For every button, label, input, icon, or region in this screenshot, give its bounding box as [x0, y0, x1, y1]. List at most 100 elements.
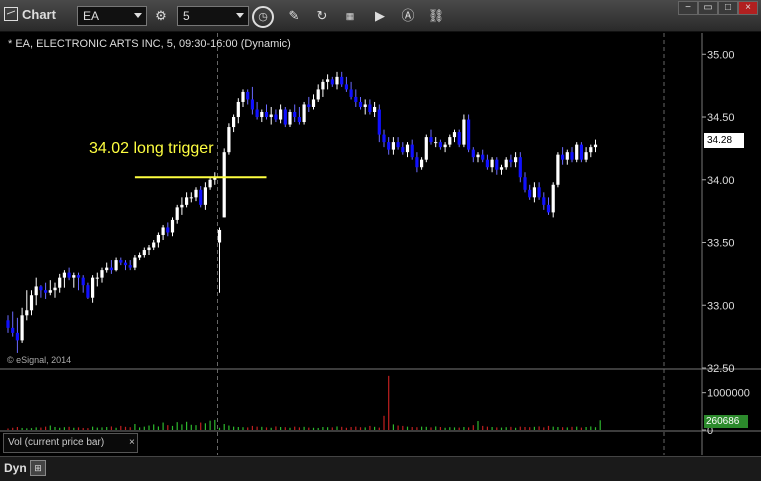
- volume-panel-title-text: Vol (current price bar): [8, 437, 105, 448]
- volume-tick-label: 1000000: [707, 388, 750, 400]
- candle-body: [283, 109, 287, 125]
- candle-body: [138, 255, 142, 258]
- candle-body: [518, 157, 522, 178]
- candle-body: [457, 132, 461, 145]
- candle-body: [293, 112, 297, 118]
- candle-body: [476, 154, 480, 158]
- candle-body: [156, 234, 160, 243]
- candle-body: [255, 109, 259, 118]
- current-price-label: 34.28: [704, 133, 744, 148]
- candle-body: [373, 106, 377, 112]
- candle-body: [363, 104, 367, 107]
- close-icon[interactable]: ×: [129, 434, 135, 452]
- bottom-bar: Dyn ⊞: [0, 456, 761, 481]
- candle-body: [570, 152, 574, 160]
- candle-body: [410, 144, 414, 158]
- candle-body: [208, 179, 212, 188]
- candle-body: [185, 197, 189, 205]
- candle-body: [142, 250, 146, 256]
- candle-body: [105, 267, 109, 271]
- candle-body: [532, 187, 536, 198]
- candle-body: [39, 286, 43, 291]
- candle-body: [119, 260, 123, 263]
- candle-body: [269, 114, 273, 118]
- candle-body: [377, 109, 381, 135]
- candle-body: [11, 327, 15, 333]
- candle-body: [462, 119, 466, 145]
- zoom-icon[interactable]: ⊞: [30, 460, 46, 476]
- candle-body: [227, 127, 231, 153]
- candle-body: [241, 91, 245, 102]
- candle-body: [180, 204, 184, 208]
- candle-body: [86, 285, 90, 298]
- candle-body: [438, 142, 442, 148]
- candle-body: [452, 132, 457, 138]
- candle-body: [434, 142, 438, 144]
- candle-body: [15, 332, 19, 341]
- candle-body: [546, 204, 551, 213]
- candle-body: [307, 104, 311, 107]
- candle-body: [170, 219, 175, 233]
- candle-body: [264, 112, 269, 118]
- candle-body: [302, 104, 306, 123]
- current-volume-label: 260686: [704, 415, 748, 428]
- candle-body: [589, 147, 593, 153]
- candle-body: [579, 144, 583, 160]
- candle-body: [29, 295, 34, 311]
- candle-body: [368, 104, 372, 112]
- candle-body: [499, 167, 504, 170]
- candle-body: [250, 99, 254, 110]
- y-tick-label: 33.50: [707, 238, 735, 250]
- candle-body: [396, 142, 400, 148]
- candle-body: [485, 159, 489, 168]
- candle-body: [76, 275, 81, 278]
- candle-body: [166, 227, 170, 233]
- candle-body: [34, 286, 38, 296]
- candle-body: [53, 287, 57, 291]
- y-tick-label: 32.50: [707, 363, 735, 375]
- candle-body: [528, 189, 532, 198]
- candle-body: [321, 81, 325, 90]
- candle-body: [420, 159, 424, 168]
- candle-body: [222, 152, 226, 218]
- candle-body: [509, 159, 513, 163]
- y-tick-label: 33.00: [707, 300, 735, 312]
- candle-body: [279, 109, 283, 120]
- candle-body: [128, 265, 132, 268]
- candle-body: [490, 159, 494, 168]
- candle-body: [481, 154, 485, 160]
- candle-body: [514, 157, 518, 163]
- candle-body: [81, 277, 85, 286]
- candle-body: [91, 277, 95, 298]
- candle-body: [95, 277, 99, 279]
- candle-body: [401, 147, 405, 153]
- candle-body: [274, 114, 278, 120]
- candle-body: [67, 272, 71, 278]
- candle-body: [415, 157, 419, 168]
- dynamic-label: Dyn: [4, 461, 27, 475]
- candle-body: [72, 275, 76, 278]
- candle-body: [561, 154, 565, 160]
- candle-body: [260, 112, 264, 118]
- candle-body: [537, 187, 541, 198]
- y-tick-label: 34.50: [707, 112, 735, 124]
- candle-body: [575, 144, 579, 160]
- volume-panel-title: Vol (current price bar) ×: [3, 433, 138, 453]
- y-tick-label: 34.00: [707, 175, 735, 187]
- candle-body: [467, 119, 471, 150]
- candle-body: [471, 149, 475, 158]
- candle-body: [330, 79, 334, 85]
- price-chart[interactable]: 35.0034.5034.0033.5033.0032.501000000014…: [0, 0, 761, 480]
- trigger-annotation: 34.02 long trigger: [89, 140, 214, 157]
- candle-body: [25, 310, 29, 316]
- candle-body: [551, 184, 555, 213]
- candle-body: [44, 290, 48, 293]
- candle-body: [147, 247, 151, 251]
- candle-body: [556, 154, 560, 185]
- candle-body: [194, 189, 198, 198]
- candle-body: [424, 137, 428, 160]
- candle-body: [246, 91, 250, 100]
- candle-body: [189, 197, 193, 199]
- candle-body: [391, 142, 395, 150]
- candle-body: [358, 101, 363, 107]
